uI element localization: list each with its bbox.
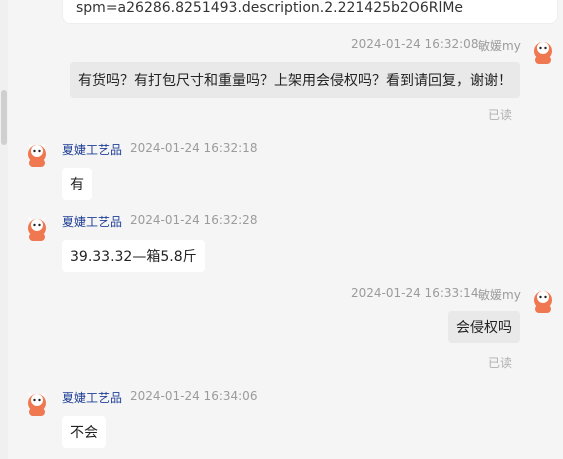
message-time: 2024-01-24 16:32:28 [130,213,258,227]
message-text: 39.33.32—箱5.8斤 [70,249,197,265]
scrollbar-thumb[interactable] [1,90,7,145]
avatar-icon[interactable] [24,215,50,241]
message-text: spm=a26286.8251493.description.2.221425b… [76,0,464,16]
message-card: spm=a26286.8251493.description.2.221425b… [62,0,558,24]
message-time: 2024-01-24 16:32:18 [130,141,258,155]
message-bubble-other: 39.33.32—箱5.8斤 [62,240,205,272]
avatar-icon[interactable] [530,287,556,313]
message-text: 有货吗？有打包尺寸和重量吗？上架用会侵权吗？看到请回复，谢谢！ [78,73,512,89]
avatar-icon[interactable] [530,38,556,64]
sender-name: 敏媛my [478,39,521,53]
sender-name: 夏婕工艺品 [62,215,123,229]
sender-name: 夏婕工艺品 [62,143,123,157]
message-bubble-other: 不会 [62,416,106,448]
sender-name: 敏媛my [478,288,521,302]
sender-name: 夏婕工艺品 [62,391,123,405]
scrollbar-track[interactable] [0,0,8,459]
read-status: 已读 [488,356,513,370]
message-time: 2024-01-24 16:33:14 [351,286,479,300]
avatar-icon[interactable] [24,390,50,416]
message-time: 2024-01-24 16:32:08 [351,37,479,51]
avatar-icon[interactable] [24,141,50,167]
message-text: 有 [70,177,84,193]
message-bubble-self: 会侵权吗 [448,311,520,343]
read-status: 已读 [488,108,513,122]
message-bubble-other: 有 [62,168,92,200]
message-bubble-self: 有货吗？有打包尺寸和重量吗？上架用会侵权吗？看到请回复，谢谢！ [70,62,520,98]
message-time: 2024-01-24 16:34:06 [130,389,258,403]
message-text: 不会 [70,425,98,441]
message-text: 会侵权吗 [456,320,512,336]
